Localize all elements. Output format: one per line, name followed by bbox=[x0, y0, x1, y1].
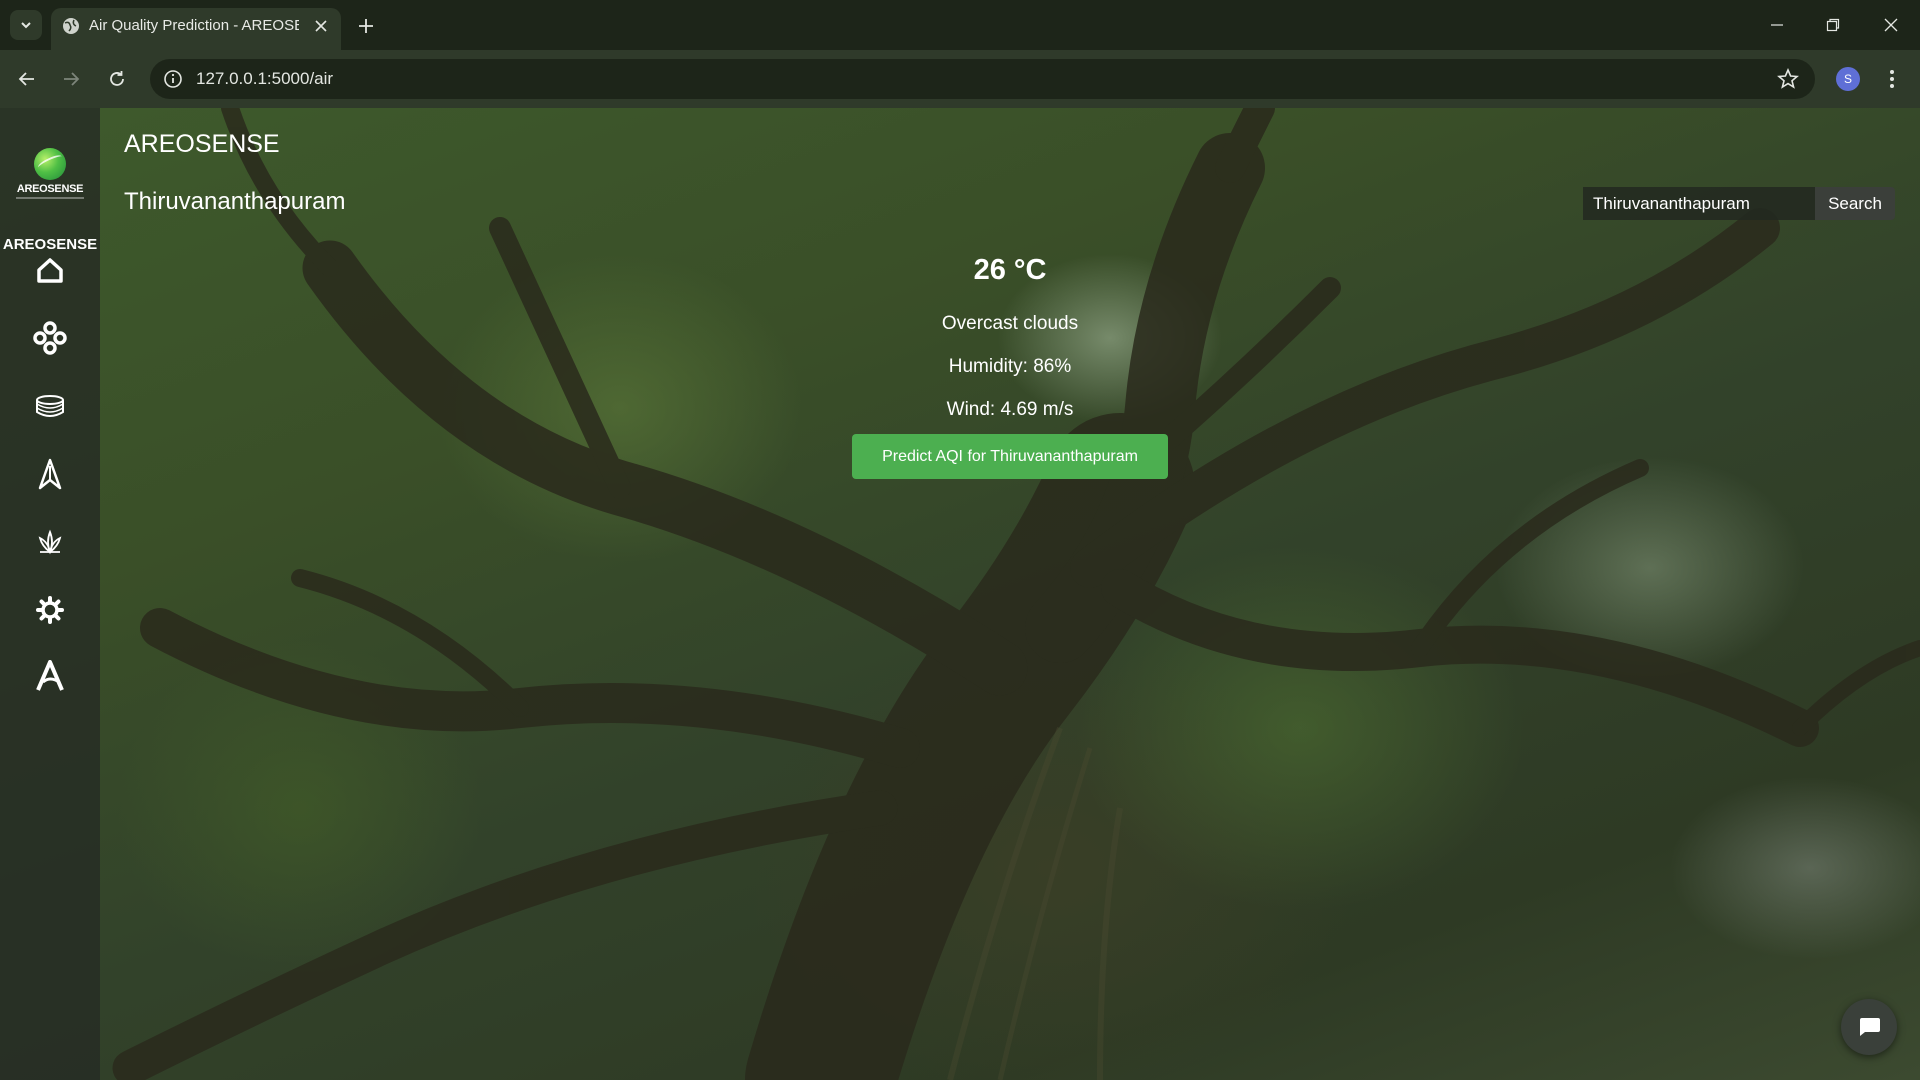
navigation-icon bbox=[38, 458, 62, 490]
gear-icon bbox=[36, 596, 64, 624]
sidebar-item-data[interactable] bbox=[30, 386, 70, 426]
city-title: Thiruvananthapuram bbox=[124, 188, 346, 215]
letter-a-icon bbox=[36, 660, 64, 691]
back-button[interactable] bbox=[12, 64, 42, 94]
wind-value: Wind: 4.69 m/s bbox=[946, 399, 1074, 420]
minimize-icon bbox=[1771, 24, 1783, 26]
logo-tagline-bar bbox=[16, 197, 84, 199]
temperature-value: 26 °C bbox=[973, 254, 1047, 286]
forward-button[interactable] bbox=[56, 64, 86, 94]
restore-button[interactable] bbox=[1816, 10, 1850, 40]
page-viewport: AREOSENSE AREOSENSE AREOSENSE Thiruvanan… bbox=[0, 108, 1920, 1080]
profile-avatar[interactable]: S bbox=[1836, 67, 1860, 91]
globe-logo-icon bbox=[34, 148, 66, 180]
weather-description: Overcast clouds bbox=[941, 313, 1079, 334]
browser-tabbar: Air Quality Prediction - AREOSENSE bbox=[0, 0, 1920, 50]
url-text: 127.0.0.1:5000/air bbox=[196, 69, 334, 88]
globe-icon bbox=[63, 18, 79, 34]
predict-aqi-button[interactable]: Predict AQI for Thiruvananthapuram bbox=[852, 434, 1168, 479]
chevron-down-icon bbox=[21, 22, 31, 29]
sidebar-item-network[interactable] bbox=[30, 318, 70, 358]
weather-summary: 26 °C Overcast clouds Humidity: 86% Wind… bbox=[810, 248, 1210, 431]
arrow-left-icon bbox=[18, 72, 34, 86]
browser-toolbar: 127.0.0.1:5000/air S bbox=[0, 50, 1920, 108]
sidebar-item-about[interactable] bbox=[30, 656, 70, 696]
minimize-button[interactable] bbox=[1760, 10, 1794, 40]
tab-close-button[interactable] bbox=[309, 14, 333, 38]
logo-wordmark: AREOSENSE bbox=[16, 183, 84, 195]
nodes-icon bbox=[33, 321, 67, 355]
browser-menu-button[interactable] bbox=[1880, 64, 1904, 94]
close-icon bbox=[1884, 18, 1898, 32]
close-icon bbox=[315, 20, 327, 32]
search-button[interactable]: Search bbox=[1815, 187, 1895, 220]
page-brand-title: AREOSENSE bbox=[124, 130, 280, 158]
plus-icon bbox=[359, 19, 373, 33]
kebab-menu-icon bbox=[1890, 70, 1894, 88]
close-window-button[interactable] bbox=[1874, 10, 1908, 40]
app-logo[interactable]: AREOSENSE bbox=[16, 148, 84, 204]
home-icon bbox=[37, 258, 63, 283]
tab-title: Air Quality Prediction - AREOSENSE bbox=[89, 17, 299, 34]
sidebar-item-wellness[interactable] bbox=[30, 522, 70, 562]
chat-button[interactable] bbox=[1841, 999, 1897, 1055]
sidebar: AREOSENSE AREOSENSE bbox=[0, 108, 100, 1080]
city-search-input[interactable] bbox=[1583, 187, 1815, 220]
sidebar-item-settings[interactable] bbox=[30, 590, 70, 630]
star-icon[interactable] bbox=[1777, 68, 1799, 90]
browser-tab-active[interactable]: Air Quality Prediction - AREOSENSE bbox=[51, 8, 341, 50]
sidebar-item-home[interactable] bbox=[30, 250, 70, 290]
arrow-right-icon bbox=[64, 72, 80, 86]
humidity-value: Humidity: 86% bbox=[948, 356, 1072, 377]
info-icon[interactable] bbox=[162, 68, 184, 90]
address-bar[interactable]: 127.0.0.1:5000/air bbox=[150, 59, 1815, 99]
tab-search-button[interactable] bbox=[10, 10, 42, 40]
reload-icon bbox=[110, 71, 124, 86]
sidebar-item-navigate[interactable] bbox=[30, 454, 70, 494]
restore-icon bbox=[1826, 18, 1840, 32]
lotus-icon bbox=[38, 529, 62, 555]
chat-bubble-icon bbox=[1860, 1018, 1880, 1036]
new-tab-button[interactable] bbox=[352, 12, 380, 40]
database-icon bbox=[36, 395, 64, 417]
reload-button[interactable] bbox=[102, 64, 132, 94]
